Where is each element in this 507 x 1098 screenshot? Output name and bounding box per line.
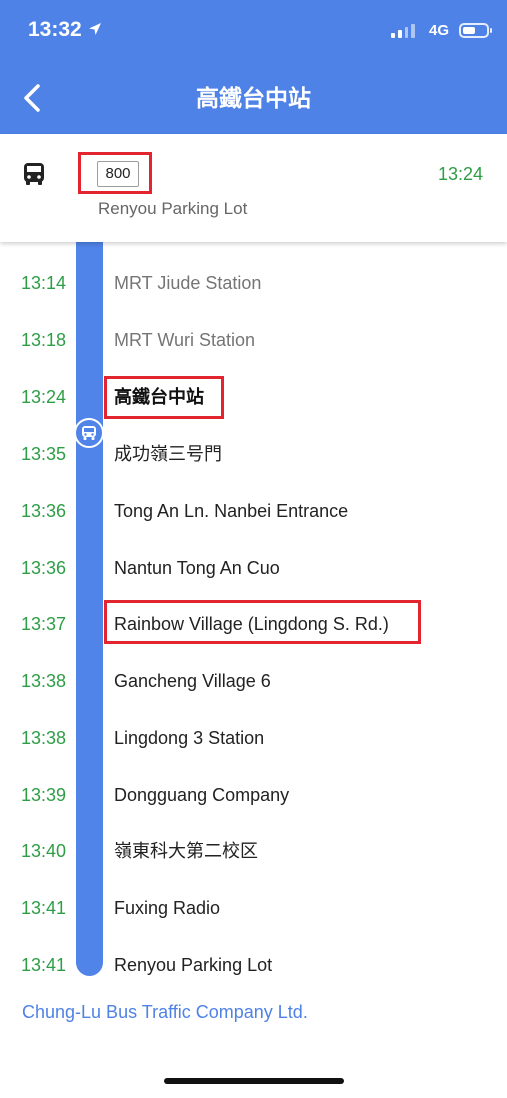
stop-name: MRT Jiude Station bbox=[114, 273, 262, 293]
stop-row[interactable]: 13:41 Renyou Parking Lot bbox=[0, 945, 507, 985]
stop-name: Fuxing Radio bbox=[114, 898, 221, 918]
current-stop-highlight bbox=[104, 376, 224, 419]
stop-name: Dongguang Company bbox=[114, 785, 290, 805]
stop-row[interactable]: 13:38 Lingdong 3 Station bbox=[0, 718, 507, 758]
route-card[interactable]: 800 Renyou Parking Lot 13:24 bbox=[0, 134, 507, 242]
operator-link[interactable]: Chung-Lu Bus Traffic Company Ltd. bbox=[22, 1002, 308, 1023]
page-title: 高鐵台中站 bbox=[196, 85, 311, 111]
stop-time: 13:18 bbox=[20, 330, 66, 350]
stop-time: 13:37 bbox=[20, 614, 66, 634]
route-destination: Renyou Parking Lot bbox=[98, 199, 248, 218]
cellular-signal-icon bbox=[391, 24, 415, 38]
stop-row[interactable]: 13:39 Dongguang Company bbox=[0, 775, 507, 815]
battery-icon bbox=[459, 23, 492, 38]
stop-time: 13:38 bbox=[20, 728, 66, 748]
stop-name: 成功嶺三号門 bbox=[114, 444, 222, 464]
stop-row[interactable]: 13:36 Nantun Tong An Cuo bbox=[0, 548, 507, 588]
stop-time: 13:41 bbox=[20, 955, 66, 975]
stop-row[interactable]: 13:40 嶺東科大第二校区 bbox=[0, 831, 507, 871]
stop-time: 13:41 bbox=[20, 898, 66, 918]
stop-time: 13:14 bbox=[20, 273, 66, 293]
status-bar: 13:32 4G bbox=[0, 0, 507, 64]
stop-time: 13:38 bbox=[20, 671, 66, 691]
stop-time: 13:40 bbox=[20, 841, 66, 861]
stop-row[interactable]: 13:36 Tong An Ln. Nanbei Entrance bbox=[0, 491, 507, 531]
stop-name: Renyou Parking Lot bbox=[114, 955, 273, 975]
home-indicator[interactable] bbox=[164, 1078, 344, 1084]
location-arrow-icon bbox=[89, 23, 101, 35]
stop-row[interactable]: 13:18 MRT Wuri Station bbox=[0, 320, 507, 360]
stop-row[interactable]: 13:38 Gancheng Village 6 bbox=[0, 661, 507, 701]
stop-name: Tong An Ln. Nanbei Entrance bbox=[114, 501, 349, 521]
stop-name: Gancheng Village 6 bbox=[114, 671, 271, 691]
network-type: 4G bbox=[428, 22, 449, 39]
stop-time: 13:36 bbox=[20, 558, 66, 578]
stop-highlight bbox=[104, 600, 421, 644]
stop-name: Lingdong 3 Station bbox=[114, 728, 265, 748]
bus-icon bbox=[24, 163, 44, 185]
stop-name: Nantun Tong An Cuo bbox=[114, 558, 280, 578]
stop-name: MRT Wuri Station bbox=[114, 330, 256, 350]
route-departure-time: 13:24 bbox=[437, 164, 483, 184]
stop-time: 13:35 bbox=[20, 444, 66, 464]
stop-time: 13:39 bbox=[20, 785, 66, 805]
bus-icon bbox=[82, 426, 96, 440]
status-time: 13:32 bbox=[28, 18, 82, 41]
stop-name: 嶺東科大第二校区 bbox=[114, 841, 258, 861]
stop-time: 13:36 bbox=[20, 501, 66, 521]
stop-row[interactable]: 13:14 MRT Jiude Station bbox=[0, 263, 507, 303]
app-bar: 13:32 4G 高鐵台中站 bbox=[0, 0, 507, 134]
stop-row[interactable]: 13:41 Fuxing Radio bbox=[0, 888, 507, 928]
stop-row-current[interactable]: 13:24 高鐵台中站 bbox=[0, 377, 507, 417]
bus-position-marker bbox=[74, 418, 104, 448]
stop-time: 13:24 bbox=[20, 387, 66, 407]
route-number: 800 bbox=[97, 161, 139, 187]
